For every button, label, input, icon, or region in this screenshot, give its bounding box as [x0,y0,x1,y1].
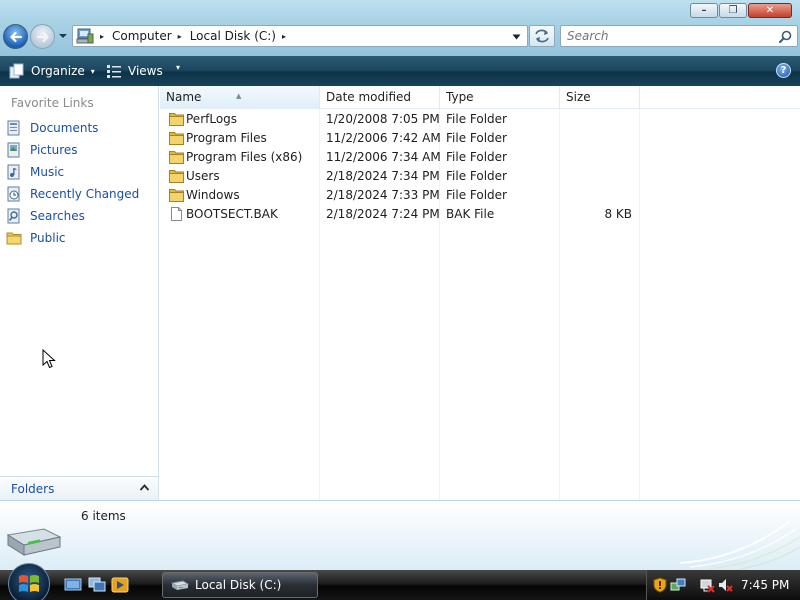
favorite-links-heading: Favorite Links [11,96,94,110]
details-pane: 6 items [0,500,800,570]
file-row-program-files-x86[interactable]: Program Files (x86) 11/2/2006 7:34 AM Fi… [160,148,640,167]
taskbar: Local Disk (C:) 7:45 PM [0,563,800,600]
search-input[interactable] [561,26,761,46]
documents-icon [7,120,20,136]
searches-icon [7,208,20,224]
file-icon [171,207,182,221]
minimize-button[interactable]: – [690,3,718,18]
hard-drive-icon [171,580,189,590]
refresh-button[interactable] [529,25,555,47]
media-player-icon[interactable] [111,577,129,593]
column-header-size[interactable]: Size [560,86,640,109]
computer-icon [76,28,94,44]
close-button[interactable]: ✕ [748,3,792,18]
recent-pages-chevron-icon[interactable] [58,31,68,41]
help-button[interactable]: ? [776,63,791,78]
switch-windows-icon[interactable] [88,577,106,593]
chevron-up-icon [139,484,150,491]
volume-muted-icon[interactable] [717,577,733,593]
address-dropdown-icon[interactable] [512,33,521,41]
item-count: 6 items [81,509,126,523]
maximize-button[interactable]: ❐ [719,3,747,18]
views-dropdown-arrow[interactable]: ▾ [170,63,180,72]
column-header-date-modified[interactable]: Date modified [320,86,440,109]
file-row-bootsect-bak[interactable]: BOOTSECT.BAK 2/18/2024 7:24 PM BAK File … [160,205,640,224]
folder-icon [169,132,184,145]
column-header-row: ▲ Name Date modified Type Size [160,86,800,109]
favorite-link-documents[interactable]: Documents [6,120,98,136]
taskbar-button-local-disk[interactable]: Local Disk (C:) [162,572,318,598]
back-arrow-icon [10,31,23,43]
file-row-perflogs[interactable]: PerfLogs 1/20/2008 7:05 PM File Folder [160,110,640,129]
public-folder-icon [6,232,22,245]
hard-drive-icon [6,528,62,556]
file-row-program-files[interactable]: Program Files 11/2/2006 7:42 AM File Fol… [160,129,640,148]
organize-icon [9,63,24,79]
favorite-link-searches[interactable]: Searches [6,208,85,224]
favorite-link-recently-changed[interactable]: Recently Changed [6,186,139,202]
breadcrumb-local-disk[interactable]: Local Disk (C:) ▸ [190,29,294,43]
clock[interactable]: 7:45 PM [741,578,789,592]
security-shield-icon[interactable] [653,577,667,593]
recently-changed-icon [7,186,20,202]
column-header-name[interactable]: ▲ Name [160,86,320,109]
decorative-swirl [679,520,800,570]
favorite-link-music[interactable]: Music [6,164,64,180]
show-desktop-icon[interactable] [64,577,82,593]
column-header-type[interactable]: Type [440,86,560,109]
folder-icon [169,113,184,126]
start-button[interactable] [8,563,50,600]
folders-toggle[interactable]: Folders [0,476,158,500]
folder-icon [169,170,184,183]
mouse-cursor-icon [42,349,56,369]
magnifier-icon[interactable] [779,30,792,43]
favorite-link-public[interactable]: Public [6,230,66,246]
window-controls: – ❐ ✕ [689,3,792,18]
address-bar[interactable]: ▸ Computer ▸ Local Disk (C:) ▸ [72,25,528,47]
organize-button[interactable]: Organize ▾ [9,63,95,79]
forward-arrow-icon [36,31,49,43]
forward-button[interactable] [30,24,55,49]
back-button[interactable] [3,24,28,49]
views-icon [107,65,121,78]
file-row-windows[interactable]: Windows 2/18/2024 7:33 PM File Folder [160,186,640,205]
title-bar: – ❐ ✕ ▸ Computer ▸ Local Disk (C:) ▸ [0,0,800,56]
command-bar: Organize ▾ Views ▾ ? [0,56,800,86]
folders-label: Folders [11,482,55,496]
search-box[interactable] [560,25,798,47]
file-list: ▲ Name Date modified Type Size PerfLogs … [160,86,800,500]
views-button[interactable]: Views [106,63,163,79]
help-icon: ? [780,65,787,76]
sort-ascending-icon: ▲ [236,92,242,100]
windows-logo-icon [19,575,39,592]
pictures-icon [7,142,20,158]
power-icon[interactable] [699,577,715,593]
navigation-pane: Favorite Links Documents Pictures Music … [0,86,159,500]
file-row-users[interactable]: Users 2/18/2024 7:34 PM File Folder [160,167,640,186]
folder-icon [169,189,184,202]
address-separator[interactable]: ▸ [94,32,112,41]
favorite-link-pictures[interactable]: Pictures [6,142,78,158]
system-tray: 7:45 PM [646,570,800,600]
refresh-icon [535,29,549,43]
network-icon[interactable] [670,577,686,593]
breadcrumb-computer[interactable]: Computer ▸ [112,29,190,43]
folder-icon [169,151,184,164]
music-icon [7,164,20,180]
